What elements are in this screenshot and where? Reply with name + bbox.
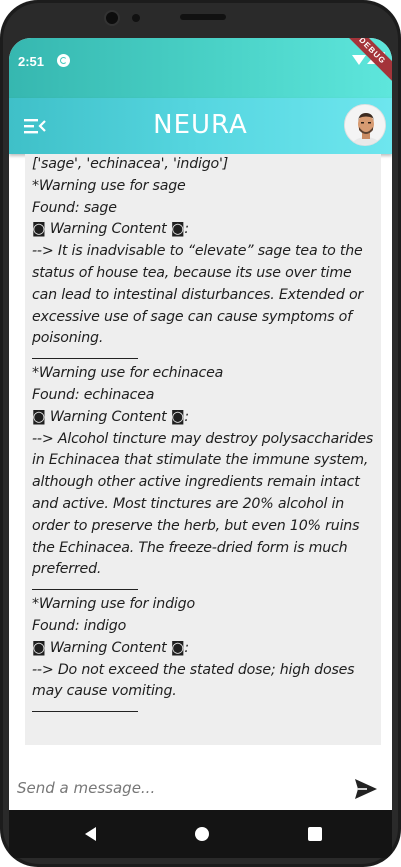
message-line: *Warning use for echinacea — [32, 365, 224, 382]
screen: 2:51 DEBUG NEURA ['sage', 'echinacea', '… — [9, 38, 392, 858]
status-time: 2:51 — [18, 54, 45, 69]
send-icon[interactable] — [354, 778, 378, 800]
message-input[interactable] — [17, 776, 342, 800]
message-line: may cause vomiting. — [32, 683, 177, 700]
message-line: Found: echinacea — [32, 386, 155, 403]
message-line: although other active ingredients remain… — [32, 474, 360, 491]
message-line: ◙ Warning Content ◙: — [32, 221, 189, 238]
message-line: ['sage', 'echinacea', 'indigo'] — [32, 156, 229, 172]
sync-icon — [57, 54, 70, 67]
section-divider — [32, 711, 138, 713]
phone-frame: 2:51 DEBUG NEURA ['sage', 'echinacea', '… — [0, 0, 401, 867]
message-line: --> Alcohol tincture may destroy polysac… — [32, 430, 374, 447]
message-line: ◙ Warning Content ◙: — [32, 408, 189, 425]
recents-icon[interactable] — [308, 827, 322, 841]
message-line: preferred. — [32, 561, 102, 578]
earpiece-speaker — [180, 14, 226, 20]
user-avatar[interactable] — [344, 104, 386, 146]
section-divider — [32, 358, 138, 360]
section-divider — [32, 589, 138, 591]
message-line: ◙ Warning Content ◙: — [32, 639, 189, 656]
camera-sensor — [132, 14, 140, 22]
message-line: Found: sage — [32, 199, 117, 216]
front-camera — [104, 10, 120, 26]
message-line: --> It is inadvisable to “elevate” sage … — [32, 243, 363, 260]
message-line: can lead to intestinal disturbances. Ext… — [32, 286, 364, 303]
message-line: *Warning use for sage — [32, 177, 186, 194]
message-line: and active. Most tinctures are 20% alcoh… — [32, 495, 345, 512]
status-bar: 2:51 DEBUG — [9, 38, 392, 98]
message-line: --> Do not exceed the stated dose; high … — [32, 661, 355, 678]
app-bar: NEURA — [9, 98, 392, 154]
message-line: order to preserve the herb, but even 10%… — [32, 517, 360, 534]
chat-area[interactable]: ['sage', 'echinacea', 'indigo'] *Warning… — [25, 154, 381, 745]
message-line: *Warning use for indigo — [32, 596, 195, 613]
message-line: status of house tea, because its use ove… — [32, 264, 352, 281]
home-icon[interactable] — [195, 827, 209, 841]
back-icon[interactable] — [85, 827, 96, 841]
system-nav-bar — [9, 810, 392, 858]
message-line: the Echinacea. The freeze-dried form is … — [32, 539, 348, 556]
wifi-icon — [352, 55, 366, 65]
message-line: Found: indigo — [32, 617, 127, 634]
message-line: poisoning. — [32, 330, 104, 347]
app-title: NEURA — [153, 110, 248, 140]
bot-message: ['sage', 'echinacea', 'indigo'] *Warning… — [25, 154, 381, 713]
message-line: excessive use of sage can cause symptoms… — [32, 308, 352, 325]
message-line: in Echinacea that stimulate the immune s… — [32, 452, 369, 469]
message-composer — [9, 750, 392, 811]
